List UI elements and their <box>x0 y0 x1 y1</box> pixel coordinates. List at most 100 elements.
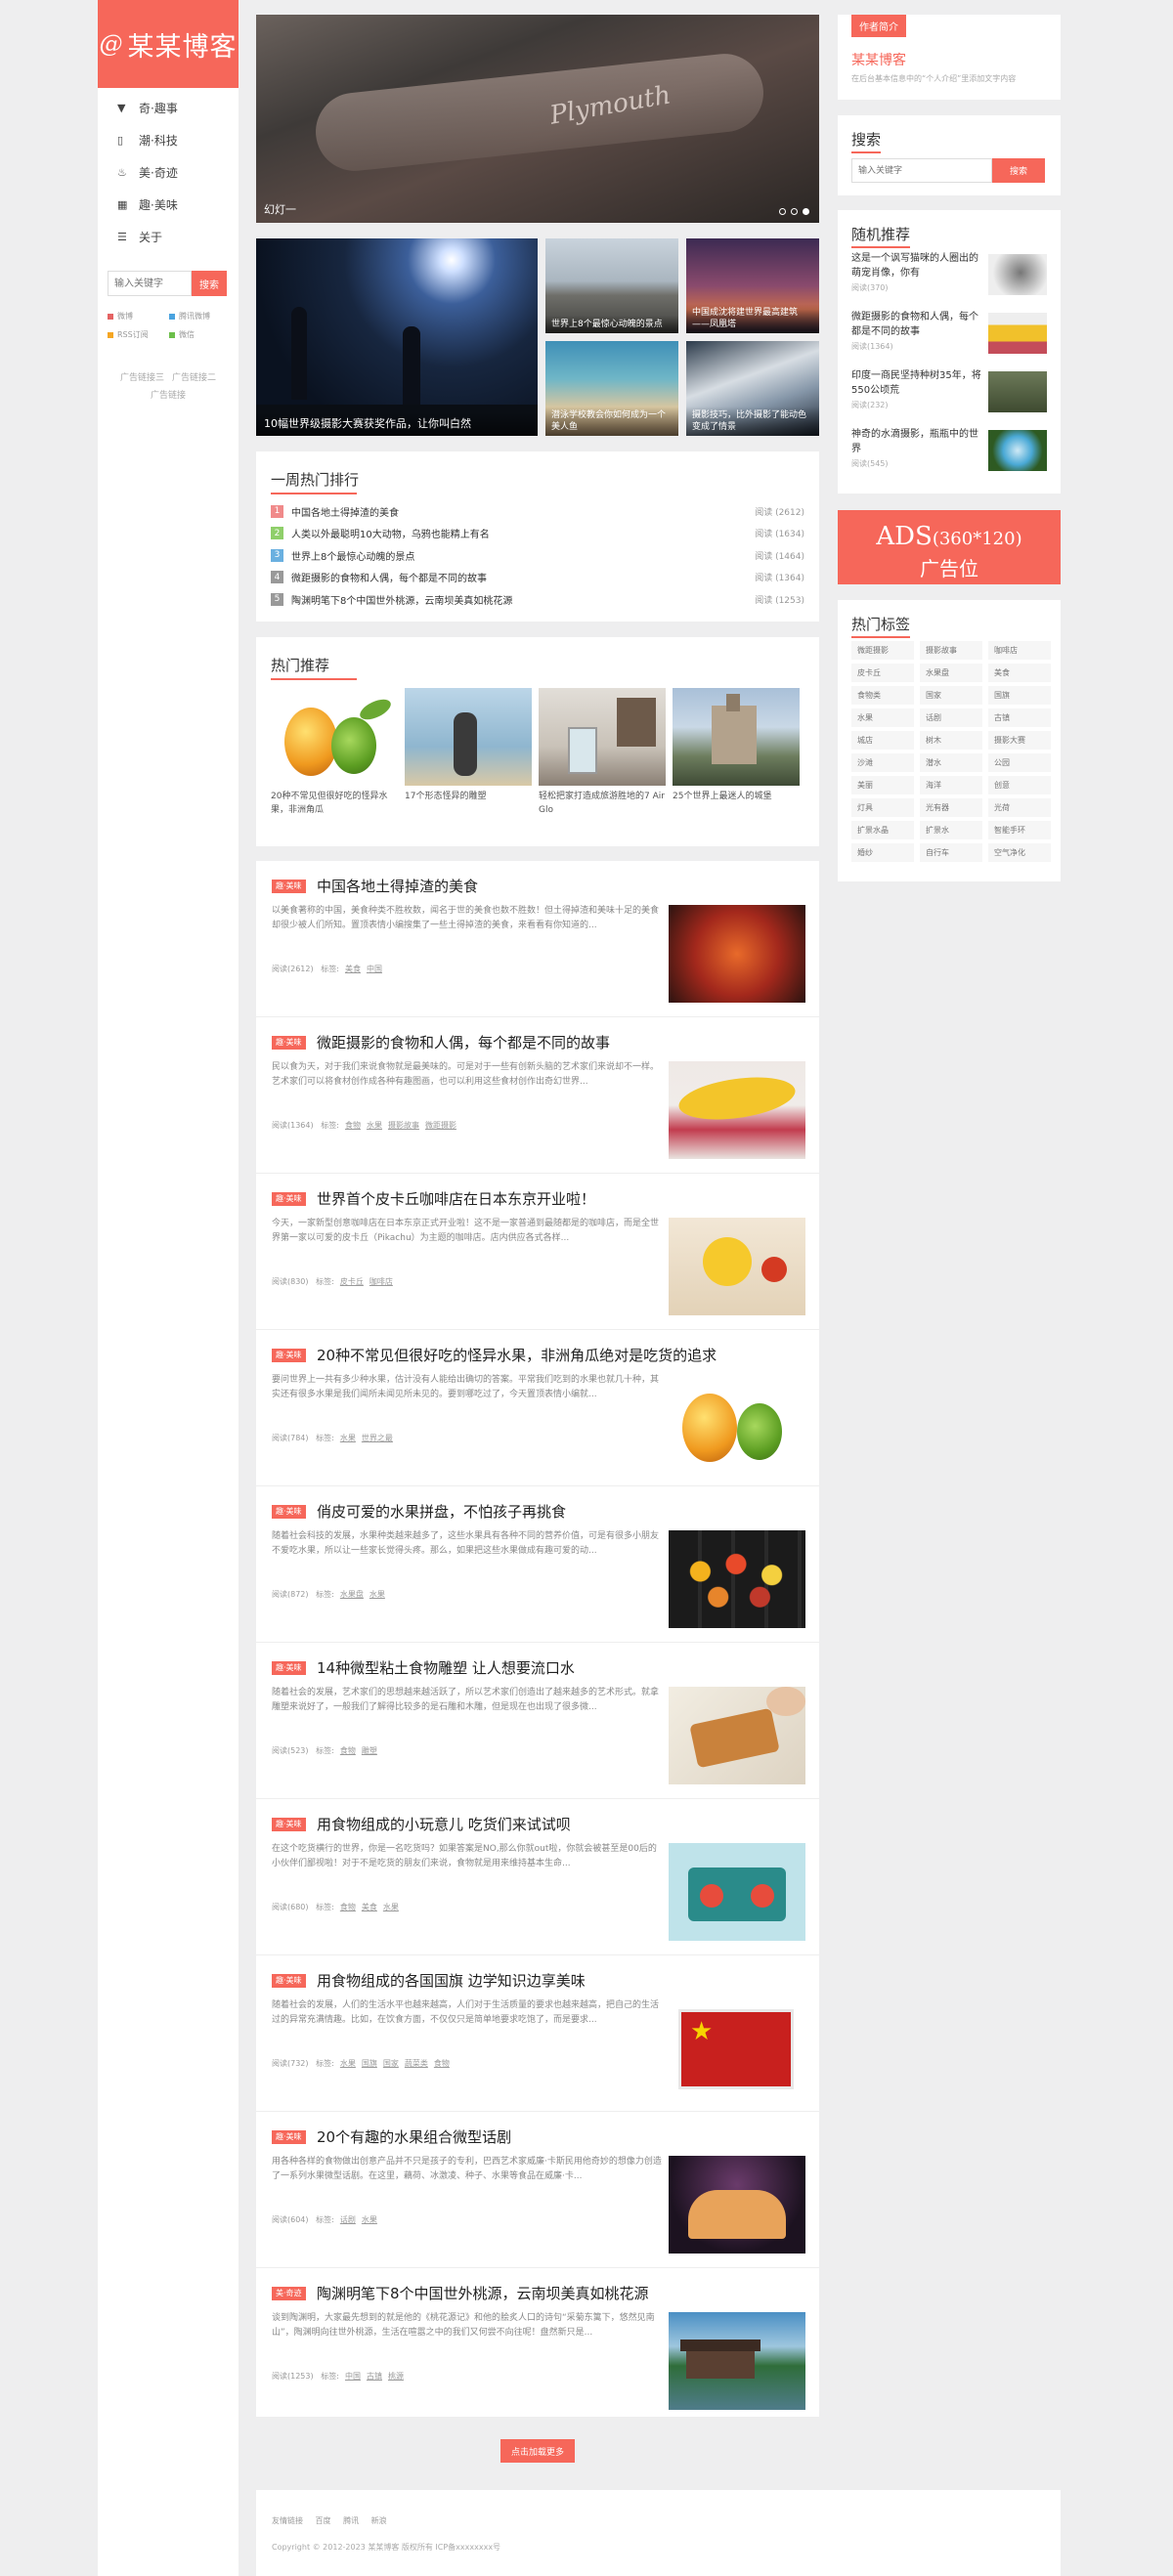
random-title[interactable]: 神奇的水滴摄影，瓶瓶中的世界 <box>851 427 986 456</box>
random-title[interactable]: 印度一商民坚持种树35年，将550公顷荒 <box>851 368 986 398</box>
left-search-input[interactable] <box>108 271 192 296</box>
nav-item-wonder[interactable]: ♨ 美·奇迹 <box>98 156 239 189</box>
feature-tile[interactable]: 中国成沈将建世界最高建筑——凤凰塔 <box>686 238 819 333</box>
tag-link[interactable]: 水果 <box>340 1434 356 1442</box>
tag-item[interactable]: 光荷 <box>988 798 1051 817</box>
category-badge[interactable]: 趣·美味 <box>272 1818 306 1831</box>
article-item[interactable]: 趣·美味 微距摄影的食物和人偶，每个都是不同的故事 民以食为天，对于我们来说食物… <box>256 1017 819 1174</box>
footer-link[interactable]: 新浪 <box>371 2516 387 2525</box>
feature-tile[interactable]: 世界上8个最惊心动魄的景点 <box>545 238 678 333</box>
search-input[interactable] <box>851 158 992 183</box>
article-thumbnail[interactable] <box>669 2156 805 2254</box>
article-item[interactable]: 趣·美味 用食物组成的各国国旗 边学知识边享美味 随着社会的发展，人们的生活水平… <box>256 1955 819 2112</box>
category-badge[interactable]: 趣·美味 <box>272 1349 306 1362</box>
tag-link[interactable]: 中国 <box>367 965 382 973</box>
tag-item[interactable]: 美丽 <box>851 776 914 794</box>
tag-item[interactable]: 古镇 <box>988 708 1051 727</box>
recommend-item[interactable]: 20种不常见但很好吃的怪异水果，非洲角瓜 <box>271 688 398 817</box>
tag-link[interactable]: 美食 <box>362 1903 377 1911</box>
nav-item-about[interactable]: ☰ 关于 <box>98 221 239 253</box>
tag-item[interactable]: 微距摄影 <box>851 641 914 660</box>
ad-link[interactable]: 广告链接三 <box>120 373 164 383</box>
article-thumbnail[interactable] <box>669 905 805 1003</box>
tag-link[interactable]: 美食 <box>345 965 361 973</box>
slider-dot[interactable] <box>791 208 798 215</box>
article-item[interactable]: 美·奇迹 陶渊明笔下8个中国世外桃源，云南坝美真如桃花源 谈到陶渊明，大家最先想… <box>256 2268 819 2425</box>
tag-item[interactable]: 创意 <box>988 776 1051 794</box>
recommend-item[interactable]: 17个形态怪异的雕塑 <box>405 688 532 817</box>
search-button[interactable]: 搜索 <box>992 158 1045 183</box>
tag-item[interactable]: 潜水 <box>920 753 982 772</box>
tag-item[interactable]: 树木 <box>920 731 982 750</box>
article-title[interactable]: 20个有趣的水果组合微型话剧 <box>317 2126 747 2147</box>
left-search-button[interactable]: 搜索 <box>192 271 227 296</box>
feature-tile[interactable]: 潜泳学校教会你如何成为一个美人鱼 <box>545 341 678 436</box>
site-logo[interactable]: @ 某某博客 <box>98 0 239 88</box>
random-thumbnail[interactable] <box>988 371 1047 412</box>
random-title[interactable]: 微距摄影的食物和人偶，每个都是不同的故事 <box>851 310 986 339</box>
rank-item[interactable]: 5 陶渊明笔下8个中国世外桃源，云南坝美真如桃花源 阅读 (1253) <box>271 588 804 611</box>
article-item[interactable]: 趣·美味 中国各地土得掉渣的美食 以美食著称的中国，美食种类不胜枚数，闻名于世的… <box>256 861 819 1017</box>
tag-item[interactable]: 扩景水 <box>920 821 982 839</box>
tag-item[interactable]: 摄影故事 <box>920 641 982 660</box>
tag-link[interactable]: 咖啡店 <box>369 1277 393 1286</box>
tag-link[interactable]: 水果 <box>340 2059 356 2068</box>
rank-item[interactable]: 2 人类以外最聪明10大动物，乌鸦也能精上有名 阅读 (1634) <box>271 523 804 545</box>
ad-link[interactable]: 广告链接 <box>151 391 186 401</box>
tag-link[interactable]: 皮卡丘 <box>340 1277 364 1286</box>
slider-dot[interactable] <box>779 208 786 215</box>
rank-item[interactable]: 4 微距摄影的食物和人偶，每个都是不同的故事 阅读 (1364) <box>271 567 804 589</box>
article-title[interactable]: 陶渊明笔下8个中国世外桃源，云南坝美真如桃花源 <box>317 2283 747 2303</box>
tag-link[interactable]: 食物 <box>434 2059 450 2068</box>
share-wechat[interactable]: 微信 <box>169 329 231 340</box>
share-rss[interactable]: RSS订阅 <box>108 329 169 340</box>
tag-link[interactable]: 古镇 <box>367 2372 382 2381</box>
article-title[interactable]: 14种微型粘土食物雕塑 让人想要流口水 <box>317 1657 747 1678</box>
article-item[interactable]: 趣·美味 用食物组成的小玩意儿 吃货们来试试呗 在这个吃货横行的世界，你是一名吃… <box>256 1799 819 1955</box>
tag-link[interactable]: 中国 <box>345 2372 361 2381</box>
tag-item[interactable]: 国旗 <box>988 686 1051 705</box>
category-badge[interactable]: 趣·美味 <box>272 2130 306 2144</box>
article-thumbnail[interactable] <box>669 1843 805 1941</box>
tag-link[interactable]: 水果 <box>383 1903 399 1911</box>
category-badge[interactable]: 趣·美味 <box>272 1505 306 1519</box>
random-item[interactable]: 微距摄影的食物和人偶，每个都是不同的故事 阅读(1364) <box>851 310 1047 368</box>
tag-item[interactable]: 海洋 <box>920 776 982 794</box>
recommend-item[interactable]: 25个世界上最迷人的城堡 <box>673 688 800 817</box>
hero-slider[interactable]: Plymouth 幻灯一 <box>256 15 819 223</box>
tag-link[interactable]: 桃源 <box>388 2372 404 2381</box>
nav-item-funny[interactable]: ▼ 奇·趣事 <box>98 92 239 124</box>
article-title[interactable]: 微距摄影的食物和人偶，每个都是不同的故事 <box>317 1032 747 1052</box>
article-item[interactable]: 趣·美味 20个有趣的水果组合微型话剧 用各种各样的食物做出创意产品并不只是孩子… <box>256 2112 819 2268</box>
tag-link[interactable]: 食物 <box>340 1746 356 1755</box>
tag-link[interactable]: 摄影故事 <box>388 1121 419 1130</box>
footer-link[interactable]: 百度 <box>316 2516 331 2525</box>
random-item[interactable]: 神奇的水滴摄影，瓶瓶中的世界 阅读(545) <box>851 427 1047 486</box>
tag-link[interactable]: 国家 <box>383 2059 399 2068</box>
share-weibo[interactable]: 微博 <box>108 311 169 322</box>
nav-item-food[interactable]: ▦ 趣·美味 <box>98 189 239 221</box>
article-thumbnail[interactable] <box>669 1374 805 1472</box>
tag-link[interactable]: 水果 <box>362 2215 377 2224</box>
slider-dot-active[interactable] <box>803 208 809 215</box>
feature-tile-large[interactable]: 10幅世界级摄影大赛获奖作品，让你叫白然 <box>256 238 538 436</box>
random-thumbnail[interactable] <box>988 254 1047 295</box>
article-item[interactable]: 趣·美味 俏皮可爱的水果拼盘，不怕孩子再挑食 随着社会科技的发展，水果种类越来越… <box>256 1486 819 1643</box>
tag-item[interactable]: 食物类 <box>851 686 914 705</box>
footer-link[interactable]: 腾讯 <box>343 2516 359 2525</box>
article-thumbnail[interactable]: ★ <box>669 1999 805 2097</box>
article-item[interactable]: 趣·美味 世界首个皮卡丘咖啡店在日本东京开业啦！ 今天，一家新型创意咖啡店在日本… <box>256 1174 819 1330</box>
article-thumbnail[interactable] <box>669 1061 805 1159</box>
tag-link[interactable]: 水果 <box>369 1590 385 1599</box>
tag-link[interactable]: 水果 <box>367 1121 382 1130</box>
tag-item[interactable]: 咖啡店 <box>988 641 1051 660</box>
category-badge[interactable]: 趣·美味 <box>272 1192 306 1206</box>
article-title[interactable]: 用食物组成的各国国旗 边学知识边享美味 <box>317 1970 747 1991</box>
tag-item[interactable]: 光有器 <box>920 798 982 817</box>
ad-link[interactable]: 广告链接二 <box>172 373 216 383</box>
tag-item[interactable]: 皮卡丘 <box>851 664 914 682</box>
category-badge[interactable]: 趣·美味 <box>272 1974 306 1988</box>
random-title[interactable]: 这是一个讽写猫咪的人圈出的萌宠肖像，你有 <box>851 251 986 280</box>
tag-item[interactable]: 扩景水晶 <box>851 821 914 839</box>
category-badge[interactable]: 趣·美味 <box>272 880 306 893</box>
